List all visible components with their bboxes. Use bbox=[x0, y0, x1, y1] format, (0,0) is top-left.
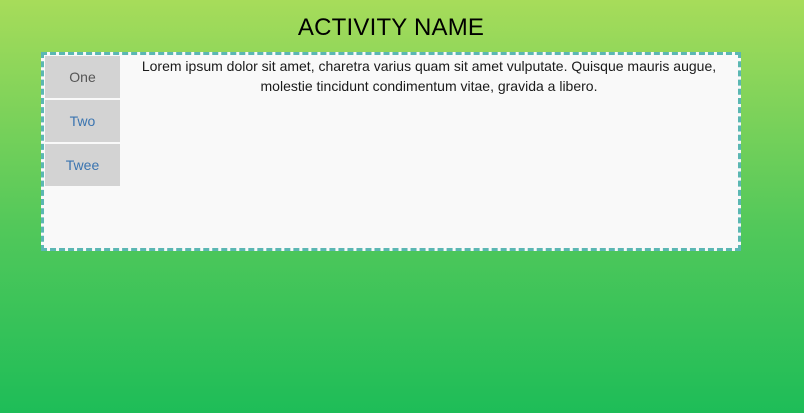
tab-twee[interactable]: Twee bbox=[45, 144, 120, 186]
activity-panel: One Two Twee Lorem ipsum dolor sit amet,… bbox=[41, 52, 741, 251]
tab-label: Twee bbox=[65, 157, 100, 173]
tab-content-text: Lorem ipsum dolor sit amet, charetra var… bbox=[141, 58, 717, 94]
tab-label: One bbox=[69, 69, 96, 85]
tab-two[interactable]: Two bbox=[45, 100, 120, 142]
tab-one[interactable]: One bbox=[45, 56, 120, 98]
page-title: ACTIVITY NAME bbox=[297, 14, 485, 41]
tab-label: Two bbox=[69, 113, 96, 129]
tab-list: One Two Twee bbox=[45, 56, 120, 188]
